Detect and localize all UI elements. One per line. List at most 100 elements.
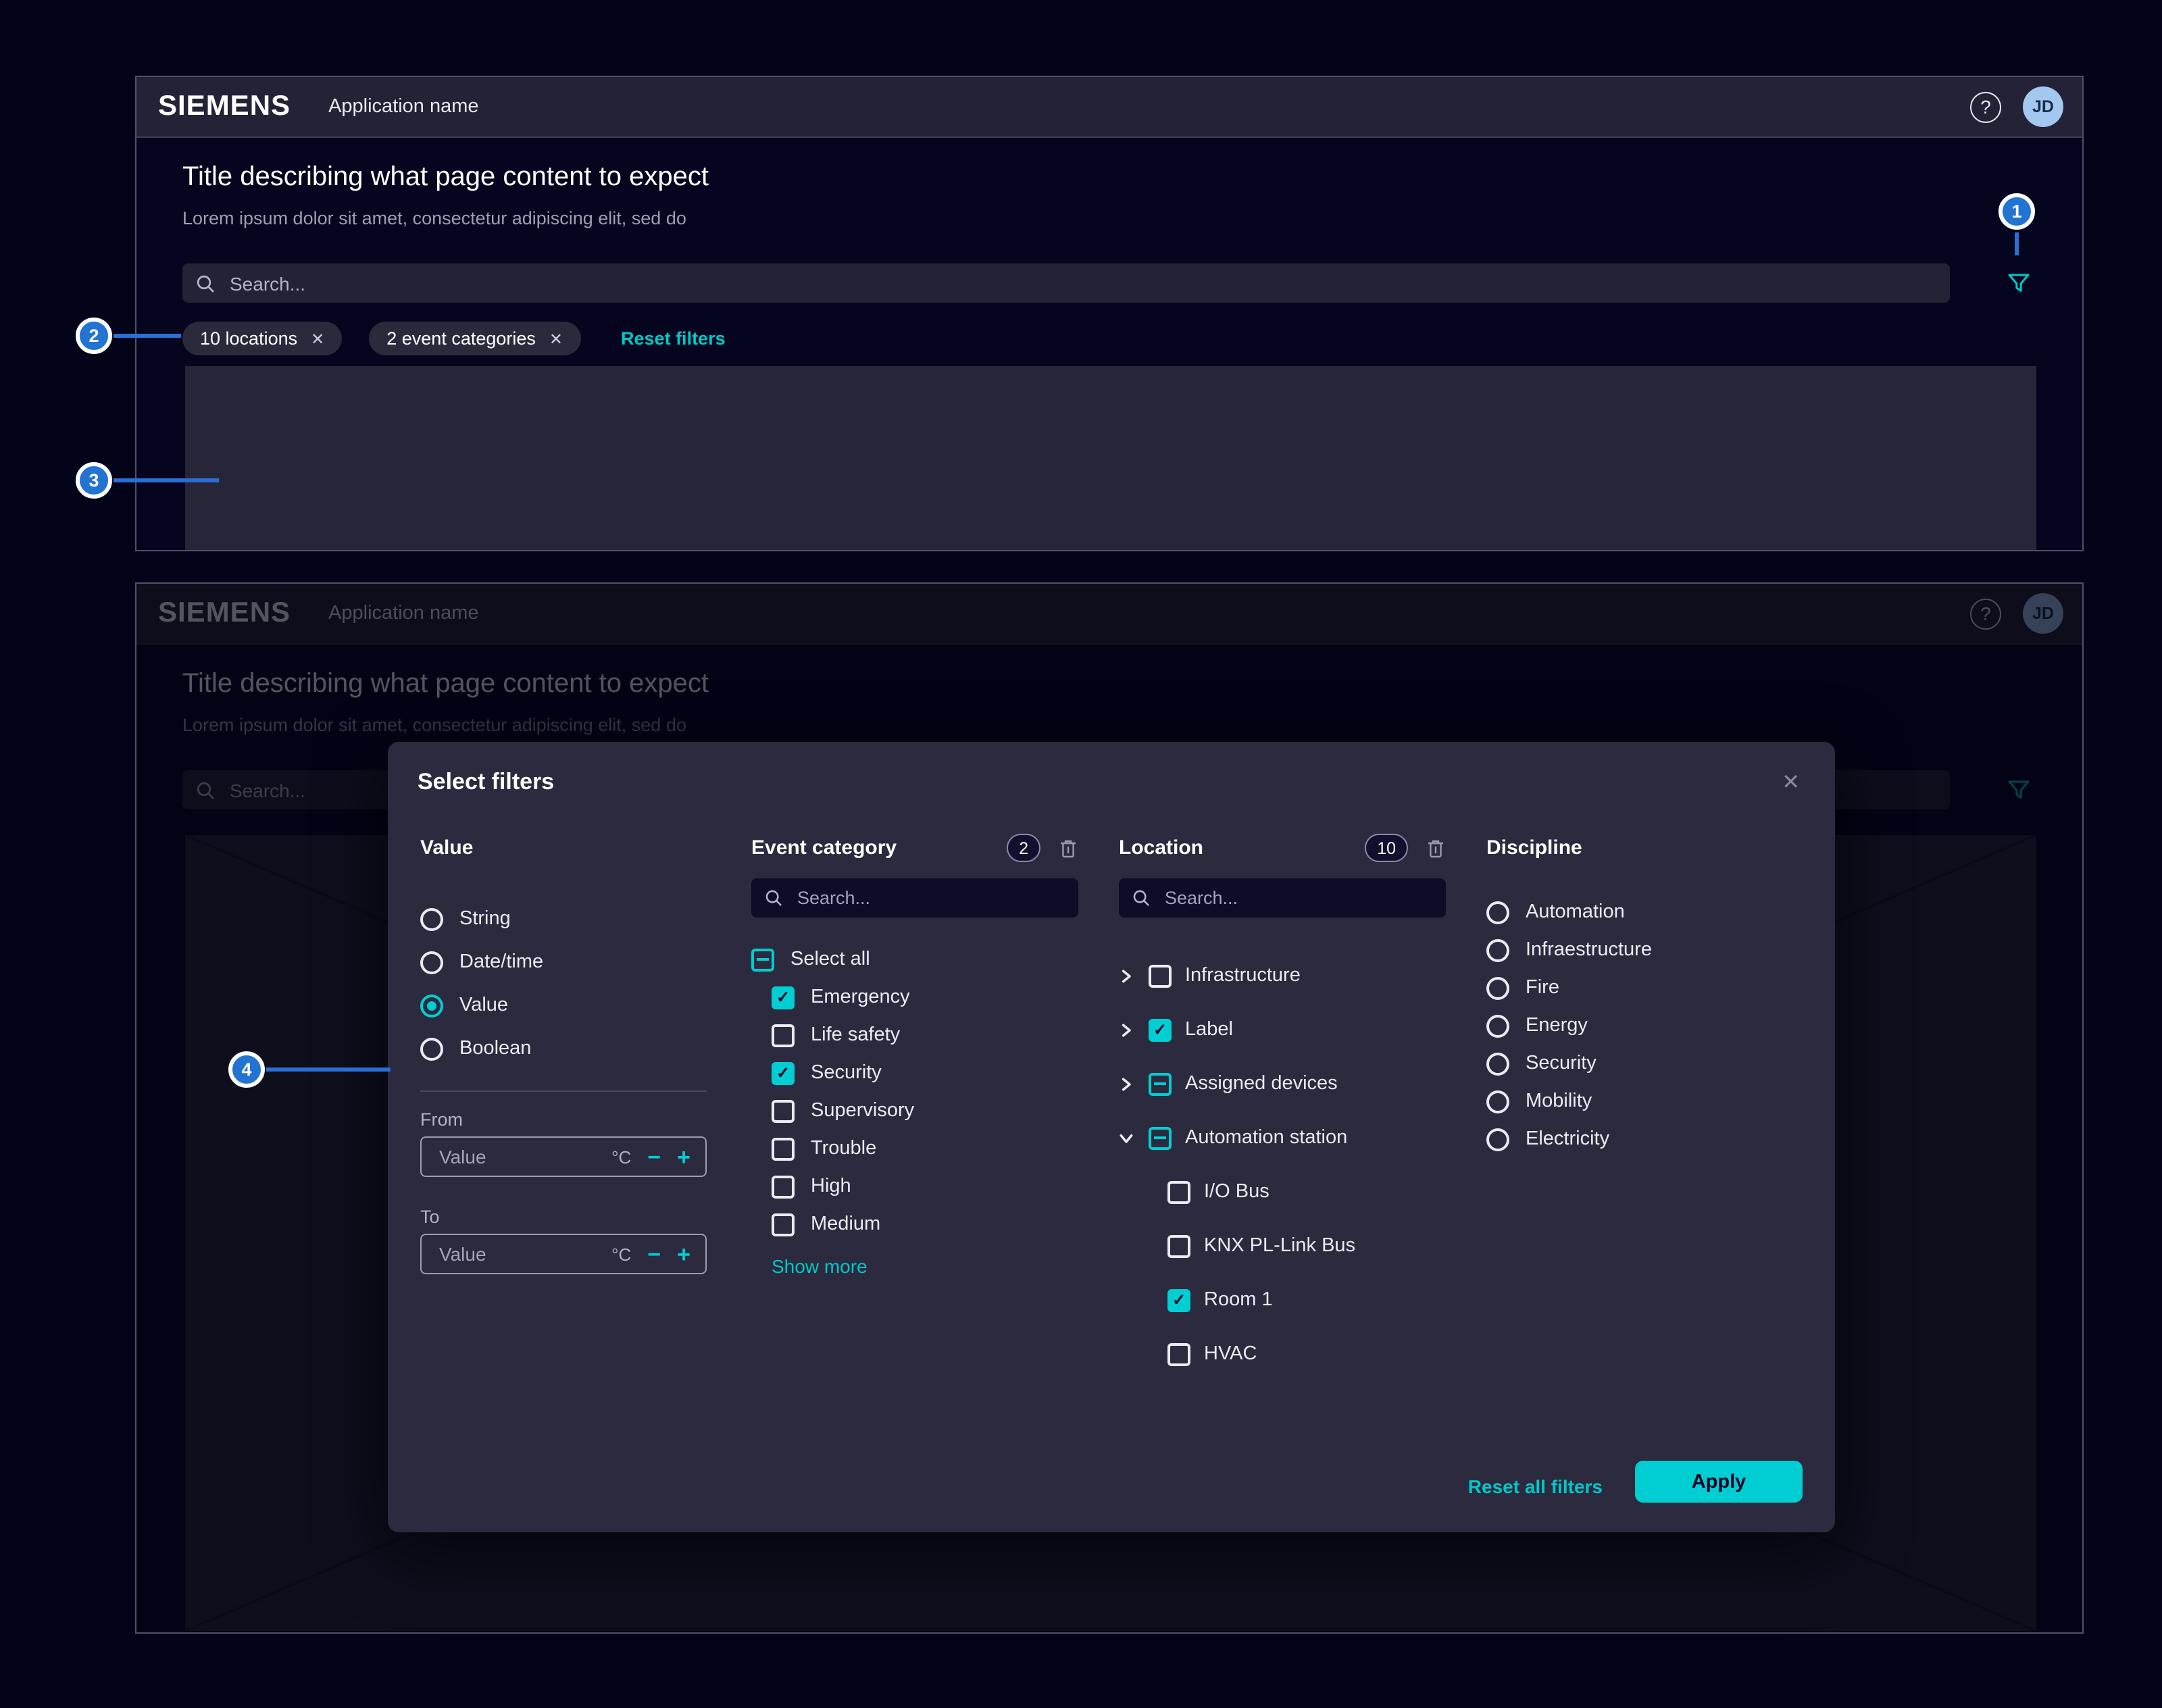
radio-icon (420, 1037, 443, 1060)
clear-section-button[interactable] (1058, 837, 1078, 859)
tree-item-automation-station[interactable]: Automation station (1119, 1111, 1446, 1165)
annotation-marker-2: 2 (76, 318, 112, 354)
section-title: Value (420, 836, 473, 859)
chevron-down-icon[interactable] (1119, 1130, 1135, 1145)
radio-option-boolean[interactable]: Boolean (420, 1032, 707, 1065)
checkbox-icon (772, 1024, 795, 1047)
annotation-line-4 (266, 1068, 391, 1072)
search-icon (765, 889, 782, 907)
from-value-field[interactable]: °C (420, 1136, 707, 1177)
location-search-input[interactable] (1162, 886, 1432, 909)
tree-item-label[interactable]: Label (1119, 1003, 1446, 1057)
discipline-section: Discipline Automation Infraestructure Fi… (1486, 834, 1797, 1155)
show-more-link[interactable]: Show more (772, 1255, 1078, 1277)
chevron-right-icon[interactable] (1119, 1076, 1135, 1091)
increment-icon[interactable] (677, 1242, 690, 1265)
location-tree: Infrastructure Label Assigned devices (1119, 949, 1446, 1381)
checkbox-icon[interactable] (1167, 1342, 1190, 1365)
checkbox-icon[interactable] (1167, 1180, 1190, 1203)
dialog-title: Select filters (418, 769, 554, 796)
page-subtitle: Lorem ipsum dolor sit amet, consectetur … (182, 208, 686, 228)
annotation-marker-3: 3 (76, 462, 112, 499)
help-icon (1980, 96, 1991, 118)
page-title: Title describing what page content to ex… (182, 162, 709, 193)
close-icon[interactable] (1782, 769, 1800, 796)
radio-discipline-energy[interactable]: Energy (1486, 1009, 1797, 1042)
event-category-search-input[interactable] (795, 886, 1065, 909)
filter-chip-locations[interactable]: 10 locations (182, 322, 342, 355)
selected-count-badge: 2 (1007, 834, 1040, 862)
filter-chip-event-categories[interactable]: 2 event categories (369, 322, 580, 355)
radio-icon (420, 951, 443, 974)
checkbox-icon (772, 1137, 795, 1160)
checked-checkbox-icon[interactable] (1167, 1288, 1190, 1311)
indeterminate-checkbox-icon[interactable] (1149, 1072, 1172, 1095)
radio-discipline-infraestructure[interactable]: Infraestructure (1486, 934, 1797, 966)
tree-item-knx-pl-link-bus[interactable]: KNX PL-Link Bus (1167, 1219, 1446, 1273)
checkbox-icon[interactable] (1149, 964, 1172, 987)
checkbox-medium[interactable]: Medium (772, 1205, 1078, 1243)
decrement-icon[interactable] (647, 1242, 661, 1265)
reset-all-filters-link[interactable]: Reset all filters (1468, 1476, 1603, 1497)
radio-option-value[interactable]: Value (420, 989, 707, 1022)
to-value-field[interactable]: °C (420, 1234, 707, 1274)
decrement-icon[interactable] (647, 1145, 661, 1168)
tree-item-io-bus[interactable]: I/O Bus (1167, 1165, 1446, 1219)
section-title: Discipline (1486, 836, 1582, 859)
tree-item-assigned-devices[interactable]: Assigned devices (1119, 1057, 1446, 1111)
checkbox-supervisory[interactable]: Supervisory (772, 1092, 1078, 1130)
radio-discipline-automation[interactable]: Automation (1486, 896, 1797, 928)
radio-discipline-electricity[interactable]: Electricity (1486, 1123, 1797, 1155)
trash-icon (1426, 837, 1446, 859)
checkbox-emergency[interactable]: Emergency (772, 978, 1078, 1016)
search-bar[interactable] (182, 263, 1950, 303)
search-icon (1132, 889, 1150, 907)
avatar[interactable]: JD (2023, 86, 2063, 127)
radio-discipline-security[interactable]: Security (1486, 1047, 1797, 1080)
apply-button[interactable]: Apply (1635, 1461, 1803, 1503)
clear-section-button[interactable] (1426, 837, 1446, 859)
checkbox-security[interactable]: Security (772, 1054, 1078, 1092)
help-button[interactable] (1970, 91, 2001, 122)
chip-remove-icon[interactable] (549, 329, 563, 348)
checked-checkbox-icon[interactable] (1149, 1018, 1172, 1041)
radio-selected-icon (420, 994, 443, 1017)
radio-icon (420, 907, 443, 930)
checkbox-icon (772, 1099, 795, 1122)
filter-funnel-button[interactable] (2005, 269, 2032, 296)
location-search[interactable] (1119, 878, 1446, 918)
chevron-right-icon[interactable] (1119, 968, 1135, 983)
tree-item-infrastructure[interactable]: Infrastructure (1119, 949, 1446, 1003)
radio-icon (1486, 901, 1509, 924)
increment-icon[interactable] (677, 1145, 690, 1168)
radio-discipline-fire[interactable]: Fire (1486, 972, 1797, 1004)
from-value-input[interactable] (436, 1145, 595, 1169)
trash-icon (1058, 837, 1078, 859)
checkbox-high[interactable]: High (772, 1167, 1078, 1205)
chip-label: 2 event categories (386, 328, 536, 349)
unit-label: °C (611, 1147, 631, 1167)
event-category-search[interactable] (751, 878, 1078, 918)
radio-option-string[interactable]: String (420, 903, 707, 935)
radio-option-datetime[interactable]: Date/time (420, 946, 707, 978)
siemens-logo: SIEMENS (158, 91, 291, 123)
select-all-checkbox[interactable]: Select all (751, 940, 1078, 978)
tree-item-hvac[interactable]: HVAC (1167, 1327, 1446, 1381)
radio-discipline-mobility[interactable]: Mobility (1486, 1085, 1797, 1117)
content-placeholder (185, 366, 2036, 550)
tree-item-room-1[interactable]: Room 1 (1167, 1273, 1446, 1327)
checkbox-icon (772, 1213, 795, 1236)
to-value-input[interactable] (436, 1242, 595, 1266)
chevron-right-icon[interactable] (1119, 1022, 1135, 1037)
chip-remove-icon[interactable] (311, 329, 324, 348)
chip-label: 10 locations (200, 328, 297, 349)
reset-filters-link[interactable]: Reset filters (621, 328, 726, 349)
radio-icon (1486, 1052, 1509, 1075)
search-input[interactable] (227, 271, 1936, 295)
radio-icon (1486, 938, 1509, 961)
checkbox-trouble[interactable]: Trouble (772, 1130, 1078, 1167)
checkbox-icon[interactable] (1167, 1234, 1190, 1257)
radio-icon (1486, 1090, 1509, 1113)
checkbox-life-safety[interactable]: Life safety (772, 1016, 1078, 1054)
indeterminate-checkbox-icon[interactable] (1149, 1126, 1172, 1149)
